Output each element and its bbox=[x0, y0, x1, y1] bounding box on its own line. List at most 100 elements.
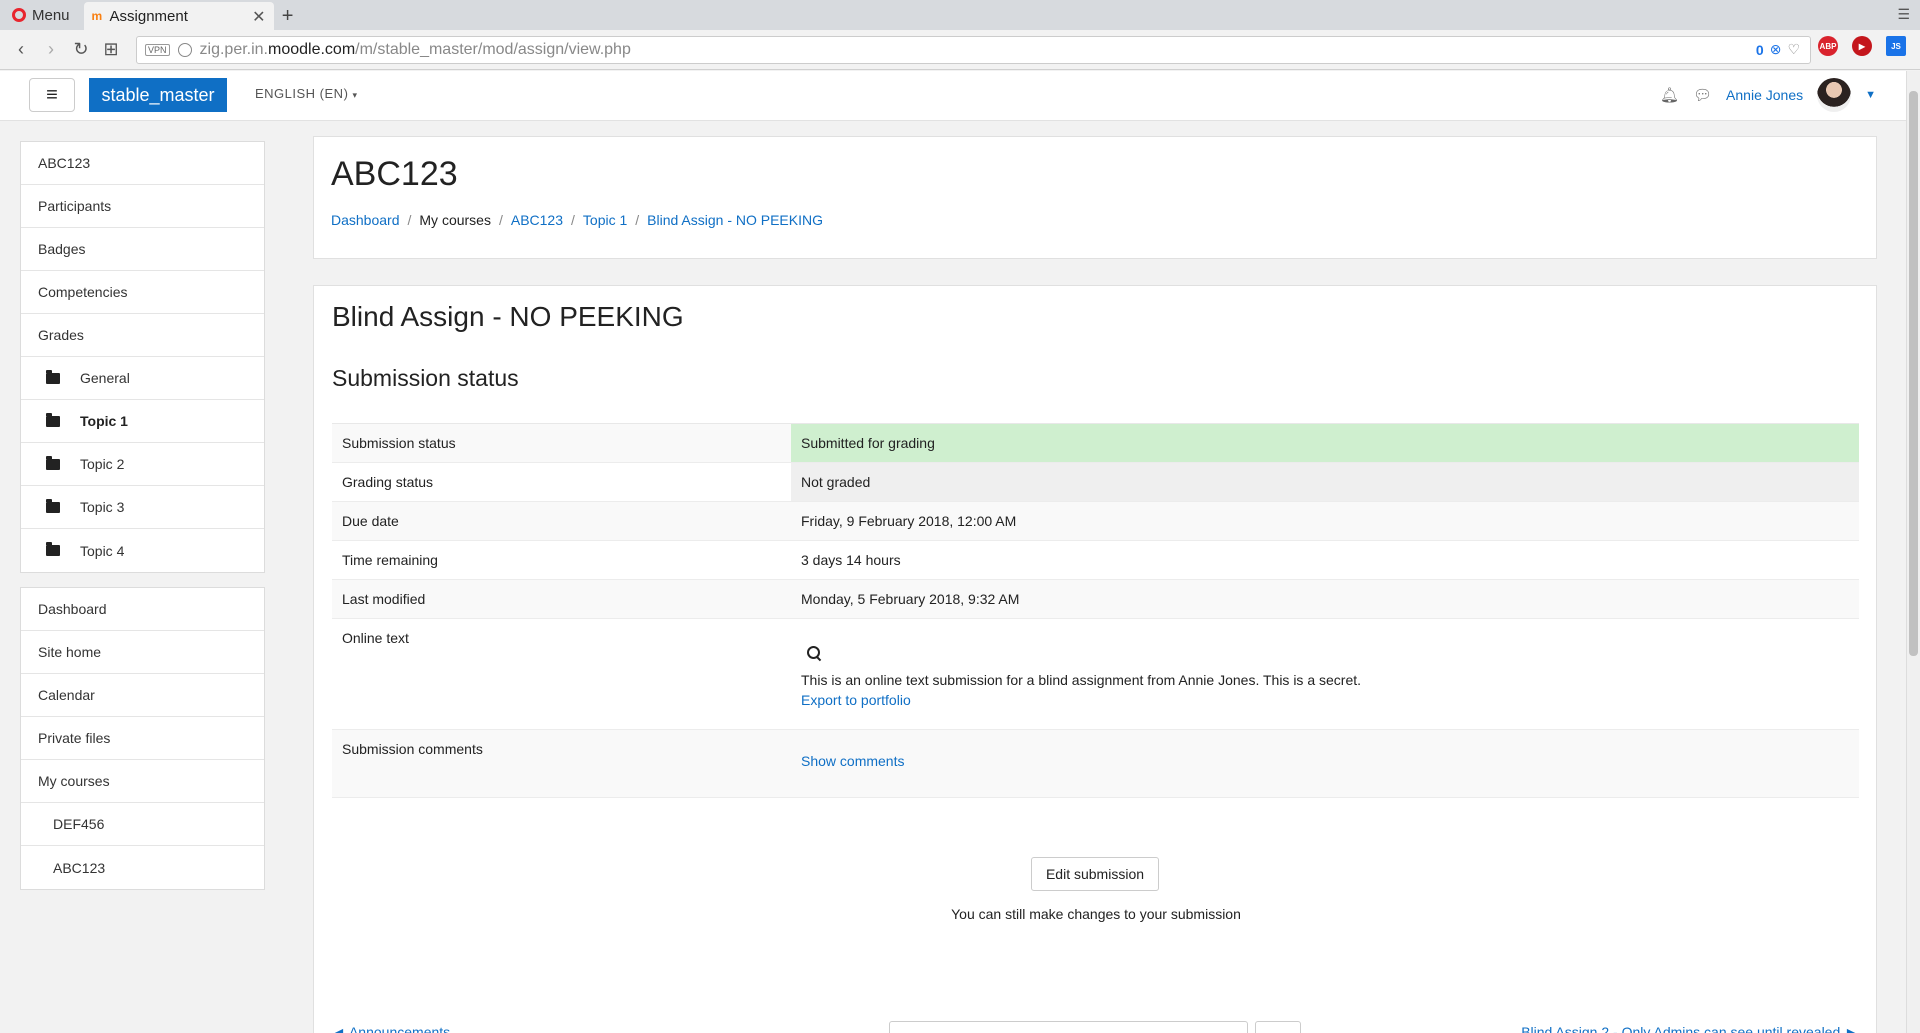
breadcrumb-my-courses: My courses bbox=[419, 212, 491, 228]
scrollbar-thumb[interactable] bbox=[1909, 91, 1918, 656]
drawer-item-topic-2[interactable]: Topic 2 bbox=[21, 443, 264, 486]
last-modified-value: Monday, 5 February 2018, 9:32 AM bbox=[791, 579, 1859, 619]
drawer-item-badges[interactable]: Badges bbox=[21, 228, 264, 271]
drawer-toggle-button[interactable]: ≡ bbox=[29, 78, 75, 112]
drawer-item-def456[interactable]: DEF456 bbox=[21, 803, 264, 846]
vpn-badge[interactable]: VPN bbox=[145, 44, 170, 56]
js-toggle-icon[interactable]: JS bbox=[1886, 36, 1906, 56]
user-name-link[interactable]: Annie Jones bbox=[1726, 87, 1803, 103]
online-text-cell: This is an online text submission for a … bbox=[791, 618, 1859, 730]
folder-icon bbox=[46, 412, 60, 427]
drawer-item-topic-3[interactable]: Topic 3 bbox=[21, 486, 264, 529]
ad-blocker-count[interactable]: 0 bbox=[1756, 42, 1764, 58]
drawer-item-label: Competencies bbox=[38, 284, 128, 300]
tab-menu-icon[interactable]: ☰ bbox=[1897, 6, 1910, 23]
notifications-bell-icon[interactable]: 🔔︎ bbox=[1660, 86, 1679, 104]
adblock-plus-icon[interactable]: ABP bbox=[1818, 36, 1838, 56]
jump-to-activity-select[interactable] bbox=[889, 1021, 1248, 1033]
breadcrumb-separator: / bbox=[635, 212, 640, 228]
breadcrumb-course[interactable]: ABC123 bbox=[511, 212, 563, 228]
url-path: /m/stable_master/mod/assign/view.php bbox=[355, 41, 631, 58]
table-row: Last modified Monday, 5 February 2018, 9… bbox=[332, 579, 1859, 619]
breadcrumb-dashboard[interactable]: Dashboard bbox=[331, 212, 400, 228]
assignment-main-card: Blind Assign - NO PEEKING Submission sta… bbox=[313, 285, 1877, 1033]
site-info-globe-icon[interactable] bbox=[177, 43, 192, 57]
forward-icon[interactable]: › bbox=[36, 35, 66, 65]
url-domain: moodle.com bbox=[268, 41, 356, 58]
row-label: Due date bbox=[332, 501, 791, 541]
drawer-item-site-home[interactable]: Site home bbox=[21, 631, 264, 674]
drawer-item-label: My courses bbox=[38, 773, 110, 789]
drawer-item-label: Topic 2 bbox=[80, 456, 125, 472]
breadcrumb-topic[interactable]: Topic 1 bbox=[583, 212, 627, 228]
grading-status-value: Not graded bbox=[791, 462, 1859, 502]
online-text-value: This is an online text submission for a … bbox=[801, 672, 1362, 688]
drawer-item-participants[interactable]: Participants bbox=[21, 185, 264, 228]
drawer-item-dashboard[interactable]: Dashboard bbox=[21, 588, 264, 631]
back-icon[interactable]: ‹ bbox=[6, 35, 36, 65]
drawer-item-abc123[interactable]: ABC123 bbox=[21, 846, 264, 889]
speed-dial-icon[interactable]: ⊞ bbox=[96, 35, 126, 65]
show-comments-link[interactable]: Show comments bbox=[801, 753, 904, 769]
browser-tab-bar: Menu m Assignment ✕ + ☰ bbox=[0, 0, 1920, 30]
folder-icon bbox=[46, 498, 60, 513]
reload-icon[interactable]: ↻ bbox=[66, 35, 96, 65]
ad-blocker-icon[interactable]: ⊗ bbox=[1770, 41, 1782, 58]
drawer-item-grades[interactable]: Grades bbox=[21, 314, 264, 357]
folder-icon bbox=[46, 455, 60, 470]
export-to-portfolio-link[interactable]: Export to portfolio bbox=[801, 692, 911, 708]
jump-go-button[interactable] bbox=[1255, 1021, 1301, 1033]
edit-submission-button[interactable]: Edit submission bbox=[1031, 857, 1159, 891]
url-prefix: zig.per.in. bbox=[199, 41, 268, 58]
row-label: Grading status bbox=[332, 462, 791, 502]
tab-close-icon[interactable]: ✕ bbox=[252, 7, 265, 27]
browser-menu-button[interactable]: Menu bbox=[0, 0, 82, 30]
drawer-item-course[interactable]: ABC123 bbox=[21, 142, 264, 185]
table-row: Due date Friday, 9 February 2018, 12:00 … bbox=[332, 501, 1859, 541]
drawer-item-label: Dashboard bbox=[38, 601, 107, 617]
messages-chat-icon[interactable]: 💬︎ bbox=[1693, 86, 1712, 104]
assignment-title: Blind Assign - NO PEEKING bbox=[332, 301, 684, 332]
drawer-item-competencies[interactable]: Competencies bbox=[21, 271, 264, 314]
submission-status-value: Submitted for grading bbox=[791, 423, 1859, 463]
browser-menu-label: Menu bbox=[32, 6, 70, 24]
drawer-item-topic-1[interactable]: Topic 1 bbox=[21, 400, 264, 443]
language-menu[interactable]: ENGLISH (EN) ▾ bbox=[255, 86, 358, 101]
zoom-in-icon[interactable] bbox=[807, 646, 822, 661]
row-label: Submission status bbox=[332, 423, 791, 463]
breadcrumb-separator: / bbox=[498, 212, 503, 228]
breadcrumb-assignment[interactable]: Blind Assign - NO PEEKING bbox=[647, 212, 823, 228]
table-row: Online text This is an online text submi… bbox=[332, 618, 1859, 730]
folder-icon bbox=[46, 542, 60, 556]
browser-tab-assignment[interactable]: m Assignment ✕ bbox=[83, 2, 274, 30]
page-scrollbar[interactable] bbox=[1906, 71, 1920, 1033]
row-label: Submission comments bbox=[332, 729, 791, 798]
row-label: Last modified bbox=[332, 579, 791, 619]
tab-title: Assignment bbox=[109, 7, 188, 25]
next-activity-link[interactable]: Blind Assign 2 - Only Admins can see unt… bbox=[1521, 1024, 1858, 1033]
drawer-item-general[interactable]: General bbox=[21, 357, 264, 400]
row-label: Time remaining bbox=[332, 540, 791, 580]
user-menu-chevron-icon[interactable]: ▼ bbox=[1865, 89, 1876, 101]
drawer-item-label: Private files bbox=[38, 730, 111, 746]
user-avatar[interactable] bbox=[1817, 78, 1852, 112]
drawer-item-private-files[interactable]: Private files bbox=[21, 717, 264, 760]
language-label: ENGLISH (EN) bbox=[255, 86, 349, 101]
table-row: Submission status Submitted for grading bbox=[332, 423, 1859, 463]
drawer-item-topic-4[interactable]: Topic 4 bbox=[21, 529, 264, 572]
url-field[interactable]: VPN zig.per.in.moodle.com/m/stable_maste… bbox=[136, 36, 1811, 64]
site-nav-block: Dashboard Site home Calendar Private fil… bbox=[20, 587, 265, 890]
new-tab-button[interactable]: + bbox=[274, 2, 302, 30]
row-label: Online text bbox=[332, 618, 791, 730]
previous-activity-link[interactable]: ◄ Announcements bbox=[332, 1024, 450, 1033]
bookmark-heart-icon[interactable]: ♡ bbox=[1787, 41, 1800, 58]
breadcrumb: Dashboard / My courses / ABC123 / Topic … bbox=[331, 212, 823, 228]
drawer-item-label: General bbox=[80, 370, 130, 386]
drawer-item-my-courses[interactable]: My courses bbox=[21, 760, 264, 803]
drawer-item-calendar[interactable]: Calendar bbox=[21, 674, 264, 717]
page-header-card: ABC123 Dashboard / My courses / ABC123 /… bbox=[313, 136, 1877, 259]
table-row: Submission comments Show comments bbox=[332, 729, 1859, 798]
moodle-navbar: ≡ stable_master ENGLISH (EN) ▾ 🔔︎ 💬︎ Ann… bbox=[0, 71, 1906, 121]
site-brand-link[interactable]: stable_master bbox=[89, 78, 227, 112]
video-player-icon[interactable]: ▶ bbox=[1852, 36, 1872, 56]
